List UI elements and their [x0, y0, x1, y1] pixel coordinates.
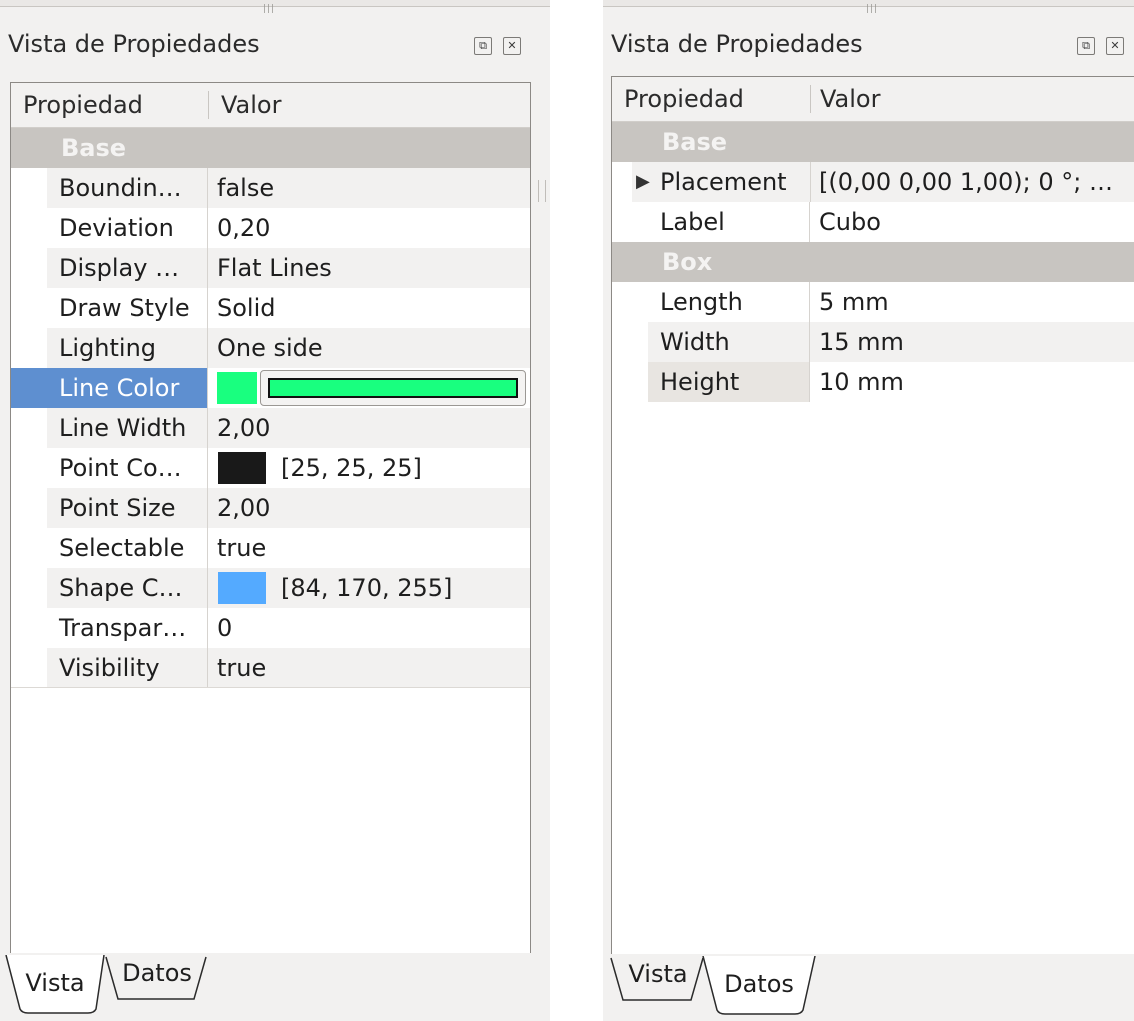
tab-bar: Vista Datos — [0, 953, 550, 1021]
tab-bar: Vista Datos — [603, 954, 1134, 1021]
tab-vista[interactable]: Vista — [4, 955, 106, 1014]
tab-label: Datos — [122, 959, 192, 987]
float-icon[interactable]: ⧉ — [1077, 37, 1095, 55]
tab-vista[interactable]: Vista — [607, 956, 709, 1014]
property-name: Transpar… — [47, 608, 208, 648]
table-row[interactable]: Visibility true — [11, 648, 530, 688]
table-row[interactable]: Label Cubo — [612, 202, 1134, 242]
property-value: true — [217, 534, 267, 562]
close-icon[interactable]: ✕ — [503, 37, 521, 55]
group-row-base[interactable]: Base — [612, 122, 1134, 162]
group-label: Base — [662, 128, 728, 156]
property-value: 0 — [217, 614, 233, 642]
property-value: 2,00 — [217, 414, 271, 442]
property-view-panel-left: ||| Vista de Propiedades ⧉ ✕ Propiedad V… — [0, 0, 550, 1021]
property-table: Propiedad Valor Base ▶ Placement [(0,00 … — [611, 76, 1134, 956]
property-value: false — [217, 174, 275, 202]
tab-label: Vista — [25, 969, 85, 997]
panel-title: Vista de Propiedades — [8, 30, 260, 58]
property-value: Solid — [217, 294, 276, 322]
close-icon[interactable]: ✕ — [1106, 37, 1124, 55]
property-name: Length — [648, 282, 810, 322]
property-view-panel-right: ||| Vista de Propiedades ⧉ ✕ Propiedad V… — [603, 0, 1134, 1021]
property-name: Point Size — [47, 488, 208, 528]
table-row[interactable]: Draw Style Solid — [11, 288, 530, 328]
table-row[interactable]: Width 15 mm — [612, 322, 1134, 362]
table-row[interactable]: Lighting One side — [11, 328, 530, 368]
property-name: Placement — [660, 162, 811, 202]
splitter-handle[interactable] — [538, 180, 546, 202]
property-value: 10 mm — [819, 368, 904, 396]
table-header: Propiedad Valor — [612, 77, 1134, 122]
property-value: 15 mm — [819, 328, 904, 356]
table-row[interactable]: Line Width 2,00 — [11, 408, 530, 448]
group-label: Box — [662, 248, 713, 276]
property-value: Flat Lines — [217, 254, 332, 282]
shape-color-swatch — [218, 572, 266, 604]
header-propiedad[interactable]: Propiedad — [23, 83, 143, 127]
grip-icon[interactable]: ||| — [262, 4, 276, 14]
tab-label: Vista — [628, 960, 688, 988]
property-name: Point Co… — [47, 448, 208, 488]
property-name: Label — [648, 202, 810, 242]
property-name: Height — [648, 362, 810, 402]
tab-datos[interactable]: Datos — [701, 956, 817, 1015]
property-value: 5 mm — [819, 288, 889, 316]
group-row-base[interactable]: Base — [11, 128, 530, 168]
property-name: Deviation — [47, 208, 208, 248]
property-value: One side — [217, 334, 323, 362]
table-row[interactable]: Boundin… false — [11, 168, 530, 208]
property-value: 2,00 — [217, 494, 271, 522]
table-row[interactable]: Deviation 0,20 — [11, 208, 530, 248]
property-name: Line Width — [47, 408, 208, 448]
group-label: Base — [61, 134, 127, 162]
header-separator[interactable] — [208, 91, 209, 119]
table-row-selected[interactable]: Line Color — [11, 368, 530, 408]
tab-datos[interactable]: Datos — [102, 955, 212, 1013]
property-name: Width — [648, 322, 810, 362]
grip-icon[interactable]: ||| — [865, 4, 879, 14]
table-row[interactable]: Point Co… [25, 25, 25] — [11, 448, 530, 488]
table-row[interactable]: Display … Flat Lines — [11, 248, 530, 288]
property-name: Draw Style — [47, 288, 208, 328]
table-row-current[interactable]: Height 10 mm — [612, 362, 1134, 402]
header-propiedad[interactable]: Propiedad — [624, 77, 744, 121]
property-value: [84, 170, 255] — [281, 574, 453, 602]
point-color-swatch — [218, 452, 266, 484]
table-row[interactable]: ▶ Placement [(0,00 0,00 1,00); 0 °; … — [612, 162, 1134, 202]
property-value: Cubo — [819, 208, 881, 236]
table-row[interactable]: Selectable true — [11, 528, 530, 568]
property-value: true — [217, 654, 267, 682]
header-valor[interactable]: Valor — [820, 77, 880, 121]
table-row[interactable]: Length 5 mm — [612, 282, 1134, 322]
table-row[interactable]: Shape C… [84, 170, 255] — [11, 568, 530, 608]
panel-title: Vista de Propiedades — [611, 30, 863, 58]
property-value: [25, 25, 25] — [281, 454, 422, 482]
header-valor[interactable]: Valor — [221, 83, 281, 127]
float-icon[interactable]: ⧉ — [474, 37, 492, 55]
property-name: Selectable — [47, 528, 208, 568]
property-name: Display … — [47, 248, 208, 288]
color-preview — [268, 378, 518, 398]
property-value: [(0,00 0,00 1,00); 0 °; … — [819, 168, 1113, 196]
expand-triangle-icon[interactable]: ▶ — [636, 162, 650, 202]
line-color-swatch — [217, 372, 257, 404]
property-name: Boundin… — [47, 168, 208, 208]
table-row[interactable]: Point Size 2,00 — [11, 488, 530, 528]
table-row[interactable]: Transpar… 0 — [11, 608, 530, 648]
property-name: Line Color — [11, 368, 208, 408]
property-name: Shape C… — [47, 568, 208, 608]
property-name: Visibility — [47, 648, 208, 688]
property-value: 0,20 — [217, 214, 271, 242]
group-row-box[interactable]: Box — [612, 242, 1134, 282]
property-table: Propiedad Valor Base Boundin… false Devi… — [10, 82, 531, 955]
table-header: Propiedad Valor — [11, 83, 530, 128]
property-name: Lighting — [47, 328, 208, 368]
color-picker-button[interactable] — [260, 370, 526, 406]
header-separator[interactable] — [810, 85, 811, 113]
tab-label: Datos — [724, 970, 794, 998]
